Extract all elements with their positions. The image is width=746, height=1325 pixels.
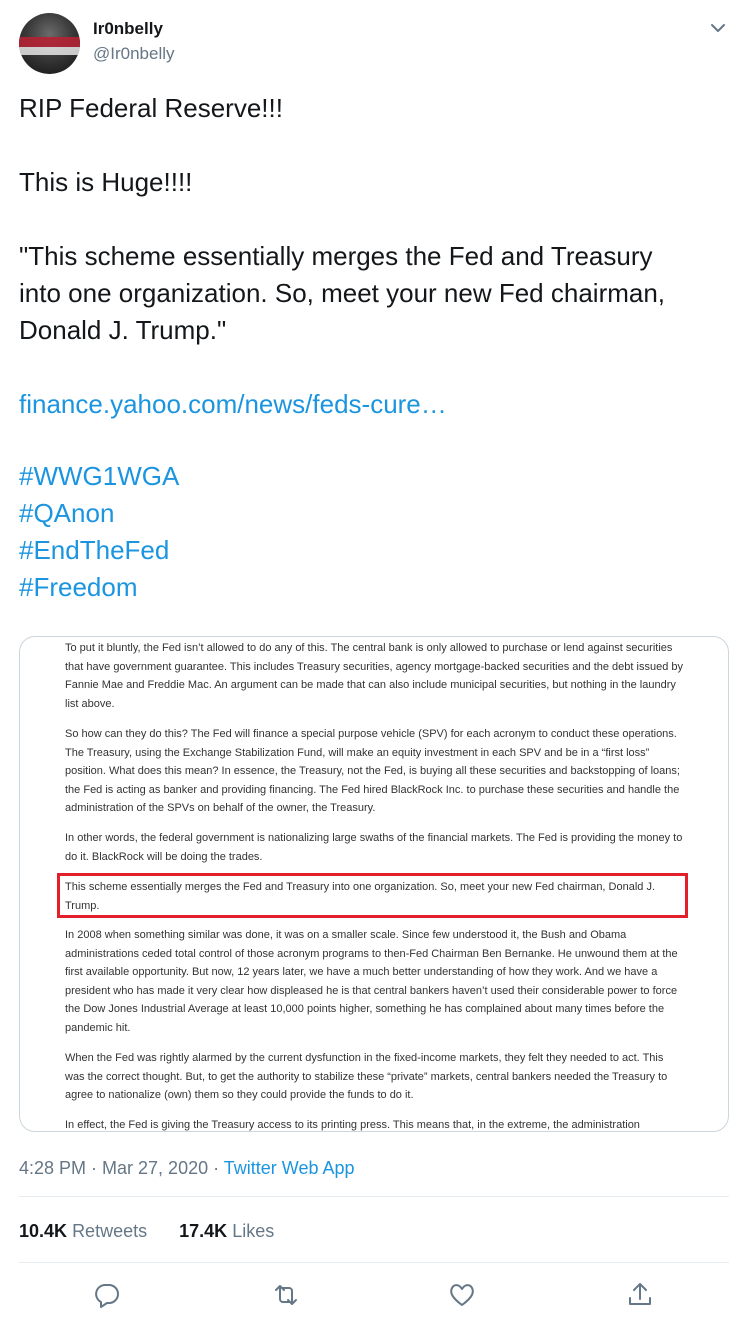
- retweet-icon[interactable]: [271, 1280, 301, 1310]
- like-label[interactable]: Likes: [232, 1221, 274, 1241]
- hashtag-link[interactable]: #EndTheFed: [19, 532, 169, 569]
- avatar-flag-stripe-red: [19, 37, 80, 47]
- tweet-image[interactable]: To put it bluntly, the Fed isn’t allowed…: [19, 636, 729, 1132]
- like-icon[interactable]: [447, 1280, 477, 1310]
- like-count[interactable]: 17.4K: [179, 1221, 227, 1241]
- article-paragraph: When the Fed was rightly alarmed by the …: [65, 1052, 668, 1102]
- article-paragraph: In other words, the federal government i…: [65, 832, 683, 863]
- display-name[interactable]: Ir0nbelly: [93, 19, 163, 39]
- share-icon[interactable]: [625, 1280, 655, 1310]
- tweet-text-line: This is Huge!!!!: [19, 167, 193, 197]
- article-paragraph: To put it bluntly, the Fed isn’t allowed…: [65, 642, 683, 710]
- divider: [19, 1196, 729, 1197]
- article-paragraph: So how can they do this? The Fed will fi…: [65, 728, 680, 815]
- retweet-label[interactable]: Retweets: [72, 1221, 147, 1241]
- timestamp-text[interactable]: 4:28 PM · Mar 27, 2020 ·: [19, 1158, 224, 1178]
- avatar-flag-stripe-white: [19, 47, 80, 55]
- hashtag-link[interactable]: #WWG1WGA: [19, 458, 179, 495]
- user-handle[interactable]: @Ir0nbelly: [93, 44, 175, 64]
- retweet-count[interactable]: 10.4K: [19, 1221, 67, 1241]
- tweet-text-line: Donald J. Trump.": [19, 315, 227, 345]
- tweet-text-line: "This scheme essentially merges the Fed …: [19, 241, 653, 271]
- divider: [19, 1262, 729, 1263]
- reply-icon[interactable]: [92, 1280, 122, 1310]
- source-app-link[interactable]: Twitter Web App: [224, 1158, 355, 1178]
- tweet-timestamp: 4:28 PM · Mar 27, 2020 · Twitter Web App: [19, 1158, 355, 1179]
- article-paragraph: In 2008 when something similar was done,…: [65, 929, 678, 1034]
- article-link[interactable]: finance.yahoo.com/news/feds-cure…: [19, 386, 447, 423]
- article-paragraph-highlighted: This scheme essentially merges the Fed a…: [65, 881, 656, 912]
- tweet-stats: 10.4K Retweets 17.4K Likes: [19, 1221, 274, 1242]
- tweet-header: Ir0nbelly @Ir0nbelly: [0, 0, 746, 88]
- hashtag-link[interactable]: #Freedom: [19, 569, 138, 606]
- tweet-text-line: into one organization. So, meet your new…: [19, 278, 666, 308]
- tweet-text-line: RIP Federal Reserve!!!: [19, 93, 283, 123]
- tweet-actions: [0, 1270, 746, 1318]
- hashtag-link[interactable]: #QAnon: [19, 495, 114, 532]
- article-paragraph: In effect, the Fed is giving the Treasur…: [65, 1119, 640, 1131]
- avatar[interactable]: [19, 13, 80, 74]
- chevron-down-icon[interactable]: [708, 18, 728, 38]
